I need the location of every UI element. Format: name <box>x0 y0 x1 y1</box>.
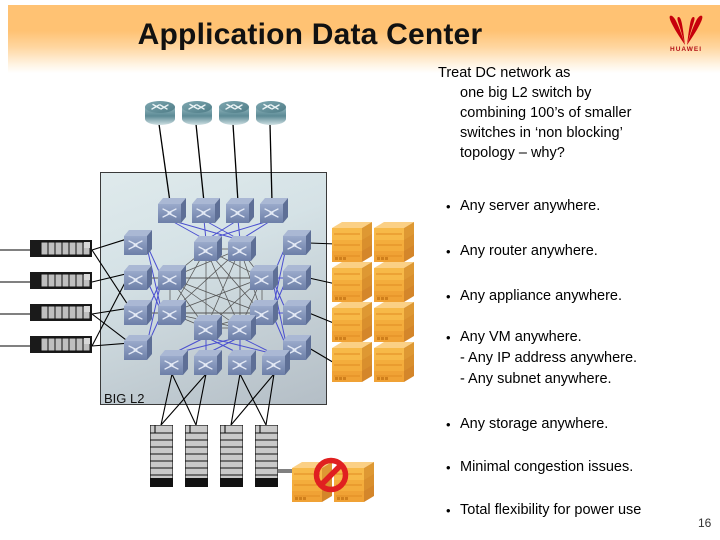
switch-icon <box>158 198 186 224</box>
bullet-text: Any appliance anywhere. <box>460 288 623 304</box>
storage-stack-icon <box>330 260 374 304</box>
link-line <box>195 373 207 426</box>
switch-icon <box>158 265 186 291</box>
server-rack-icon <box>219 424 244 488</box>
bullet-text: Any server anywhere. <box>460 198 601 214</box>
bullet-marker: • <box>446 330 451 345</box>
intro-line-2: one big L2 switch by <box>460 85 592 101</box>
page-title: Application Data Center <box>137 18 483 51</box>
switch-icon <box>283 265 311 291</box>
switch-icon <box>228 315 256 341</box>
bullet-body: Any appliance anywhere. <box>460 286 622 307</box>
intro-line-3: combining 100’s of smaller <box>460 105 632 121</box>
link-line <box>158 123 171 203</box>
switch-icon <box>228 350 256 376</box>
bullet-body: Minimal congestion issues. <box>460 457 633 478</box>
bullet-marker: • <box>446 460 451 475</box>
bullet-item: • Total flexibility for power use <box>438 500 641 521</box>
switch-icon <box>226 198 254 224</box>
switch-icon <box>158 300 186 326</box>
link-line <box>160 373 173 426</box>
bullet-marker: • <box>446 417 451 432</box>
bullet-item: • Any appliance anywhere. <box>438 286 622 307</box>
bullet-item: • Any router anywhere. <box>438 241 598 262</box>
bullet-subtext: - Any subnet anywhere. <box>460 371 612 387</box>
switch-icon <box>124 300 152 326</box>
huawei-logo: HUAWEI <box>655 14 717 60</box>
server-rack-icon <box>149 424 174 488</box>
storage-stack-icon <box>372 300 416 344</box>
switch-icon <box>260 198 288 224</box>
switch-icon <box>124 230 152 256</box>
bullet-subtext: - Any IP address anywhere. <box>460 350 638 366</box>
router-icon <box>180 100 214 126</box>
switch-icon <box>228 236 256 262</box>
intro-line-5: topology – why? <box>460 145 565 161</box>
bullet-text: Any VM anywhere. <box>460 329 582 345</box>
intro-line-4: switches in ‘non blocking’ <box>460 125 623 141</box>
storage-stack-icon <box>372 260 416 304</box>
bullet-body: Any router anywhere. <box>460 241 598 262</box>
switch-icon <box>194 315 222 341</box>
network-diagram: BIG L2 <box>0 60 438 540</box>
content-text-column: Treat DC network as one big L2 switch by… <box>438 63 716 163</box>
bullet-item: • Any server anywhere. <box>438 196 600 217</box>
blade-chassis-icon <box>30 272 92 289</box>
bullet-body: Any server anywhere. <box>460 196 600 217</box>
bullet-item: • Minimal congestion issues. <box>438 457 633 478</box>
blade-chassis-icon <box>30 304 92 321</box>
switch-icon <box>124 335 152 361</box>
huawei-flower-icon <box>669 15 703 45</box>
bullet-text: Total flexibility for power use <box>460 502 642 518</box>
intro-line-1: Treat DC network as <box>438 65 571 81</box>
switch-icon <box>250 265 278 291</box>
bullet-marker: • <box>446 199 451 214</box>
switch-icon <box>160 350 188 376</box>
storage-stack-icon <box>330 340 374 384</box>
bullet-text: Any router anywhere. <box>460 243 598 259</box>
router-icon <box>217 100 251 126</box>
server-rack-icon <box>254 424 279 488</box>
bullet-item: • Any VM anywhere. - Any IP address anywhe… <box>438 327 637 390</box>
intro-paragraph: Treat DC network as one big L2 switch by… <box>438 63 716 163</box>
storage-stack-icon <box>372 340 416 384</box>
bullet-text: Any storage anywhere. <box>460 416 609 432</box>
switch-icon <box>192 198 220 224</box>
link-line <box>232 123 239 203</box>
bullet-body: Any storage anywhere. <box>460 414 608 435</box>
huawei-wordmark: HUAWEI <box>670 46 702 53</box>
link-line <box>230 373 241 426</box>
switch-icon <box>262 350 290 376</box>
no-entry-icon <box>313 457 349 493</box>
link-line <box>269 123 273 203</box>
router-icon <box>254 100 288 126</box>
bullet-text: Minimal congestion issues. <box>460 459 634 475</box>
storage-stack-icon <box>330 220 374 264</box>
switch-icon <box>283 230 311 256</box>
switch-icon <box>124 265 152 291</box>
storage-stack-icon <box>330 300 374 344</box>
blade-chassis-icon <box>30 240 92 257</box>
bullet-marker: • <box>446 289 451 304</box>
bullet-body: Total flexibility for power use <box>460 500 641 521</box>
bullet-item: • Any storage anywhere. <box>438 414 608 435</box>
server-rack-icon <box>184 424 209 488</box>
bullet-body: Any VM anywhere. - Any IP address anywher… <box>460 327 637 390</box>
router-icon <box>143 100 177 126</box>
slide-number: 16 <box>698 516 712 530</box>
blade-chassis-icon <box>30 336 92 353</box>
link-line <box>195 123 205 203</box>
bullet-marker: • <box>446 503 451 518</box>
link-line <box>160 373 207 426</box>
storage-stack-icon <box>372 220 416 264</box>
switch-icon <box>194 350 222 376</box>
switch-icon <box>194 236 222 262</box>
switch-icon <box>283 300 311 326</box>
bullet-marker: • <box>446 244 451 259</box>
